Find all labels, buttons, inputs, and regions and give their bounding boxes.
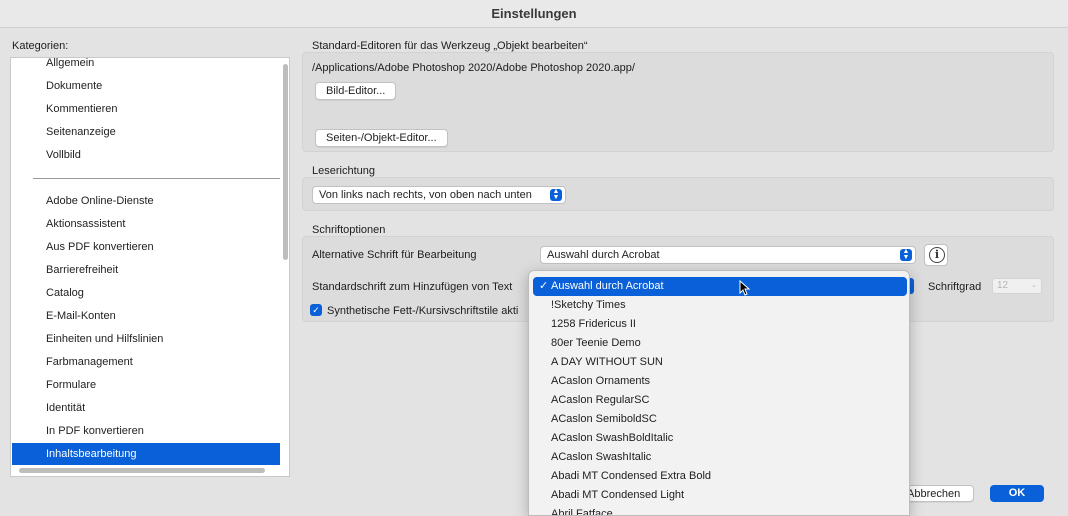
category-item-allgemein[interactable]: Allgemein — [12, 58, 280, 74]
editors-section-label: Standard-Editoren für das Werkzeug „Obje… — [312, 40, 588, 52]
font-menu-item[interactable]: 1258 Fridericus II — [533, 315, 907, 334]
reading-direction-select[interactable]: Von links nach rechts, von oben nach unt… — [312, 186, 566, 204]
category-item-catalog[interactable]: Catalog — [12, 282, 280, 304]
font-menu-item[interactable]: Abadi MT Condensed Extra Bold — [533, 467, 907, 486]
font-size-value: 12 — [997, 280, 1009, 291]
category-item-aus-pdf-konvertieren[interactable]: Aus PDF konvertieren — [12, 236, 280, 258]
font-menu-item[interactable]: Abadi MT Condensed Light — [533, 486, 907, 505]
category-item-formulare[interactable]: Formulare — [12, 374, 280, 396]
cancel-button[interactable]: Abbrechen — [900, 485, 974, 502]
font-menu-item[interactable]: ✓ Auswahl durch Acrobat — [533, 277, 907, 296]
synthetic-styles-label: Synthetische Fett-/Kursivschriftstile ak… — [327, 305, 519, 317]
category-item-kommentieren[interactable]: Kommentieren — [12, 98, 280, 120]
category-item-in-pdf-konvertieren[interactable]: In PDF konvertieren — [12, 420, 280, 442]
info-button[interactable]: i — [924, 244, 948, 266]
editor-path: /Applications/Adobe Photoshop 2020/Adobe… — [312, 62, 635, 74]
font-menu-item[interactable]: A DAY WITHOUT SUN — [533, 353, 907, 372]
chevron-updown-icon: ▲ ▼ — [900, 248, 912, 261]
ok-button[interactable]: OK — [990, 485, 1044, 502]
font-menu-item[interactable]: !Sketchy Times — [533, 296, 907, 315]
window-title: Einstellungen — [0, 0, 1068, 28]
default-font-label: Standardschrift zum Hinzufügen von Text — [312, 281, 513, 293]
alt-font-select[interactable]: Auswahl durch Acrobat ▲ ▼ — [540, 246, 916, 264]
mouse-cursor-icon — [739, 280, 751, 296]
category-item-einheiten[interactable]: Einheiten und Hilfslinien — [12, 328, 280, 350]
font-menu-item[interactable]: ACaslon Ornaments — [533, 372, 907, 391]
font-menu-item[interactable]: ACaslon SwashBoldItalic — [533, 429, 907, 448]
chevron-updown-icon: ▲ ▼ — [550, 188, 562, 201]
category-item-identitaet[interactable]: Identität — [12, 397, 280, 419]
font-dropdown-menu[interactable]: ✓ Auswahl durch Acrobat !Sketchy Times 1… — [528, 270, 910, 516]
category-item-adobe-online-dienste[interactable]: Adobe Online-Dienste — [12, 190, 280, 212]
editors-group: /Applications/Adobe Photoshop 2020/Adobe… — [302, 52, 1054, 152]
categories-list[interactable]: Allgemein Dokumente Kommentieren Seitena… — [10, 57, 290, 477]
category-item-barrierefreiheit[interactable]: Barrierefreiheit — [12, 259, 280, 281]
category-item-aktionsassistent[interactable]: Aktionsassistent — [12, 213, 280, 235]
alt-font-label: Alternative Schrift für Bearbeitung — [312, 249, 477, 261]
info-icon: i — [929, 247, 945, 263]
categories-horizontal-scrollbar[interactable] — [19, 468, 265, 473]
category-item-email-konten[interactable]: E-Mail-Konten — [12, 305, 280, 327]
categories-vertical-scrollbar[interactable] — [283, 64, 288, 260]
reading-direction-value: Von links nach rechts, von oben nach unt… — [319, 189, 532, 201]
category-item-vollbild[interactable]: Vollbild — [12, 144, 280, 166]
font-size-select[interactable]: 12 ⌄ — [992, 278, 1042, 294]
chevron-down-icon: ⌄ — [1031, 282, 1037, 289]
alt-font-value: Auswahl durch Acrobat — [547, 249, 660, 261]
synthetic-styles-checkbox[interactable]: ✓ — [310, 304, 322, 316]
categories-label: Kategorien: — [12, 40, 69, 52]
category-item-farbmanagement[interactable]: Farbmanagement — [12, 351, 280, 373]
image-editor-button[interactable]: Bild-Editor... — [315, 82, 397, 100]
font-menu-item[interactable]: ACaslon SemiboldSC — [533, 410, 907, 429]
font-size-label: Schriftgrad — [928, 281, 982, 293]
font-menu-item[interactable]: 80er Teenie Demo — [533, 334, 907, 353]
category-item-seitenanzeige[interactable]: Seitenanzeige — [12, 121, 280, 143]
category-item-dokumente[interactable]: Dokumente — [12, 75, 280, 97]
category-item-inhaltsbearbeitung[interactable]: Inhaltsbearbeitung — [12, 443, 280, 465]
category-separator — [33, 178, 280, 179]
checkmark-icon: ✓ — [539, 280, 549, 292]
font-menu-item[interactable]: Abril Fatface — [533, 505, 907, 515]
reading-section-label: Leserichtung — [312, 165, 375, 177]
page-object-editor-button[interactable]: Seiten-/Objekt-Editor... — [315, 129, 448, 147]
font-menu-item[interactable]: ACaslon RegularSC — [533, 391, 907, 410]
fonts-section-label: Schriftoptionen — [312, 224, 386, 236]
reading-group: Von links nach rechts, von oben nach unt… — [302, 177, 1054, 211]
font-menu-item[interactable]: ACaslon SwashItalic — [533, 448, 907, 467]
